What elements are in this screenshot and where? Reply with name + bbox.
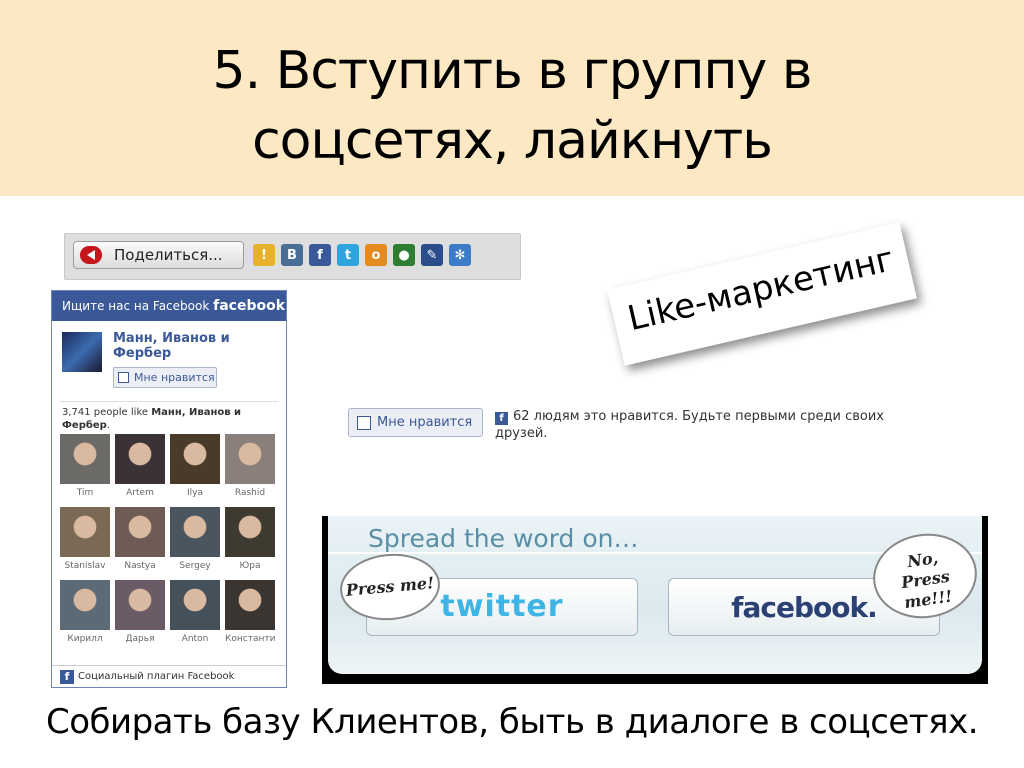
like-box-footer: f Социальный плагин Facebook: [52, 665, 286, 687]
fan-name[interactable]: Tim: [60, 488, 110, 498]
thumbs-up-icon: [357, 416, 371, 430]
divider: [60, 401, 278, 402]
fan-name[interactable]: Sergey: [170, 561, 220, 571]
facebook-icon: f: [495, 412, 508, 425]
page-avatar[interactable]: [62, 332, 102, 372]
fan-name[interactable]: Кирилл: [60, 634, 110, 644]
fan-item[interactable]: Ilya: [170, 434, 220, 498]
vkontakte-icon[interactable]: B: [281, 244, 303, 266]
fan-item[interactable]: Anton: [170, 580, 220, 644]
slide-caption: Собирать базу Клиентов, быть в диалоге в…: [45, 702, 979, 742]
fan-avatar[interactable]: [60, 507, 110, 557]
slide-header: 5. Вступить в группу в соцсетях, лайкнут…: [0, 0, 1024, 196]
fan-name[interactable]: Anton: [170, 634, 220, 644]
bubble-line2: Press me!!!: [900, 566, 954, 613]
fan-item[interactable]: Дарья: [115, 580, 165, 644]
fan-item[interactable]: Sergey: [170, 507, 220, 571]
odnoklassniki-icon[interactable]: o: [365, 244, 387, 266]
fan-name[interactable]: Stanislav: [60, 561, 110, 571]
fan-avatar[interactable]: [60, 434, 110, 484]
footer-label[interactable]: Социальный плагин Facebook: [78, 671, 234, 682]
like-button[interactable]: Мне нравится: [348, 408, 483, 437]
spread-title: Spread the word on…: [368, 524, 639, 553]
fan-item[interactable]: Nastya: [115, 507, 165, 571]
fan-item[interactable]: Rashid: [225, 434, 275, 498]
facebook-icon: f: [60, 670, 74, 684]
fans-count-suffix: .: [106, 420, 110, 431]
like-count-text: f 62 людям это нравится. Будьте первыми с…: [495, 408, 915, 442]
spread-panel-inner: Spread the word on… twitter facebook. Pr…: [328, 516, 982, 674]
facebook-logo: facebook: [213, 298, 286, 314]
like-button-label: Мне нравится: [377, 415, 473, 430]
facebook-like-box: Ищите нас на Facebook facebook Манн, Ива…: [51, 290, 287, 688]
like-button-label: Мне нравится: [134, 371, 215, 384]
fan-name[interactable]: Дарья: [115, 634, 165, 644]
twitter-icon[interactable]: t: [337, 244, 359, 266]
fan-avatar[interactable]: [225, 507, 275, 557]
like-count-label: 62 людям это нравится. Будьте первыми ср…: [495, 409, 885, 441]
fan-name[interactable]: Ilya: [170, 488, 220, 498]
slide-title-line2: соцсетях, лайкнуть: [252, 111, 773, 171]
settings-icon[interactable]: ✻: [449, 244, 471, 266]
share-button[interactable]: Поделиться...: [73, 241, 244, 269]
fan-item[interactable]: Юра: [225, 507, 275, 571]
fan-item[interactable]: Кирилл: [60, 580, 110, 644]
fan-item[interactable]: Константин: [225, 580, 275, 644]
livejournal-icon[interactable]: ●: [393, 244, 415, 266]
fan-name[interactable]: Юра: [225, 561, 275, 571]
fan-avatar[interactable]: [170, 507, 220, 557]
spread-panel: Spread the word on… twitter facebook. Pr…: [322, 516, 988, 684]
pencil-icon[interactable]: ✎: [421, 244, 443, 266]
like-marketing-label: Like-маркетинг: [624, 239, 898, 340]
fan-avatar[interactable]: [225, 434, 275, 484]
speech-bubble-right: No, Press me!!!: [867, 527, 982, 625]
fan-item[interactable]: Stanislav: [60, 507, 110, 571]
fan-avatar[interactable]: [115, 580, 165, 630]
fan-avatar[interactable]: [115, 507, 165, 557]
slide-title: 5. Вступить в группу в соцсетях, лайкнут…: [0, 36, 1024, 176]
like-box-header: Ищите нас на Facebook facebook: [52, 291, 286, 321]
fan-avatar[interactable]: [115, 434, 165, 484]
fan-item[interactable]: Artem: [115, 434, 165, 498]
fan-avatar[interactable]: [225, 580, 275, 630]
thumbs-up-icon: [118, 372, 129, 383]
fan-name[interactable]: Rashid: [225, 488, 275, 498]
facebook-icon[interactable]: f: [309, 244, 331, 266]
slide-title-line1: 5. Вступить в группу в: [212, 41, 813, 101]
fan-name[interactable]: Artem: [115, 488, 165, 498]
share-bar: Поделиться... ! Bf t o ● ✎ ✻: [64, 233, 521, 280]
share-icon: [80, 246, 102, 264]
fan-name[interactable]: Nastya: [115, 561, 165, 571]
moimir-icon[interactable]: !: [253, 244, 275, 266]
fans-count-prefix: 3,741 people like: [62, 407, 149, 418]
share-button-label: Поделиться...: [114, 246, 223, 264]
like-marketing-card: Like-маркетинг: [607, 222, 917, 366]
fan-item[interactable]: Tim: [60, 434, 110, 498]
share-icons: ! Bf t o ● ✎ ✻: [253, 244, 471, 266]
fan-avatar[interactable]: [60, 580, 110, 630]
fan-avatar[interactable]: [170, 580, 220, 630]
like-box-header-text: Ищите нас на Facebook: [62, 299, 210, 313]
fan-avatar[interactable]: [170, 434, 220, 484]
fan-name[interactable]: Константин: [225, 634, 275, 644]
page-name-link[interactable]: Манн, Иванов и Фербер: [113, 331, 278, 361]
fans-count: 3,741 people like Манн, Иванов и Фербер.: [62, 406, 278, 432]
like-box-like-button[interactable]: Мне нравится: [113, 367, 217, 388]
